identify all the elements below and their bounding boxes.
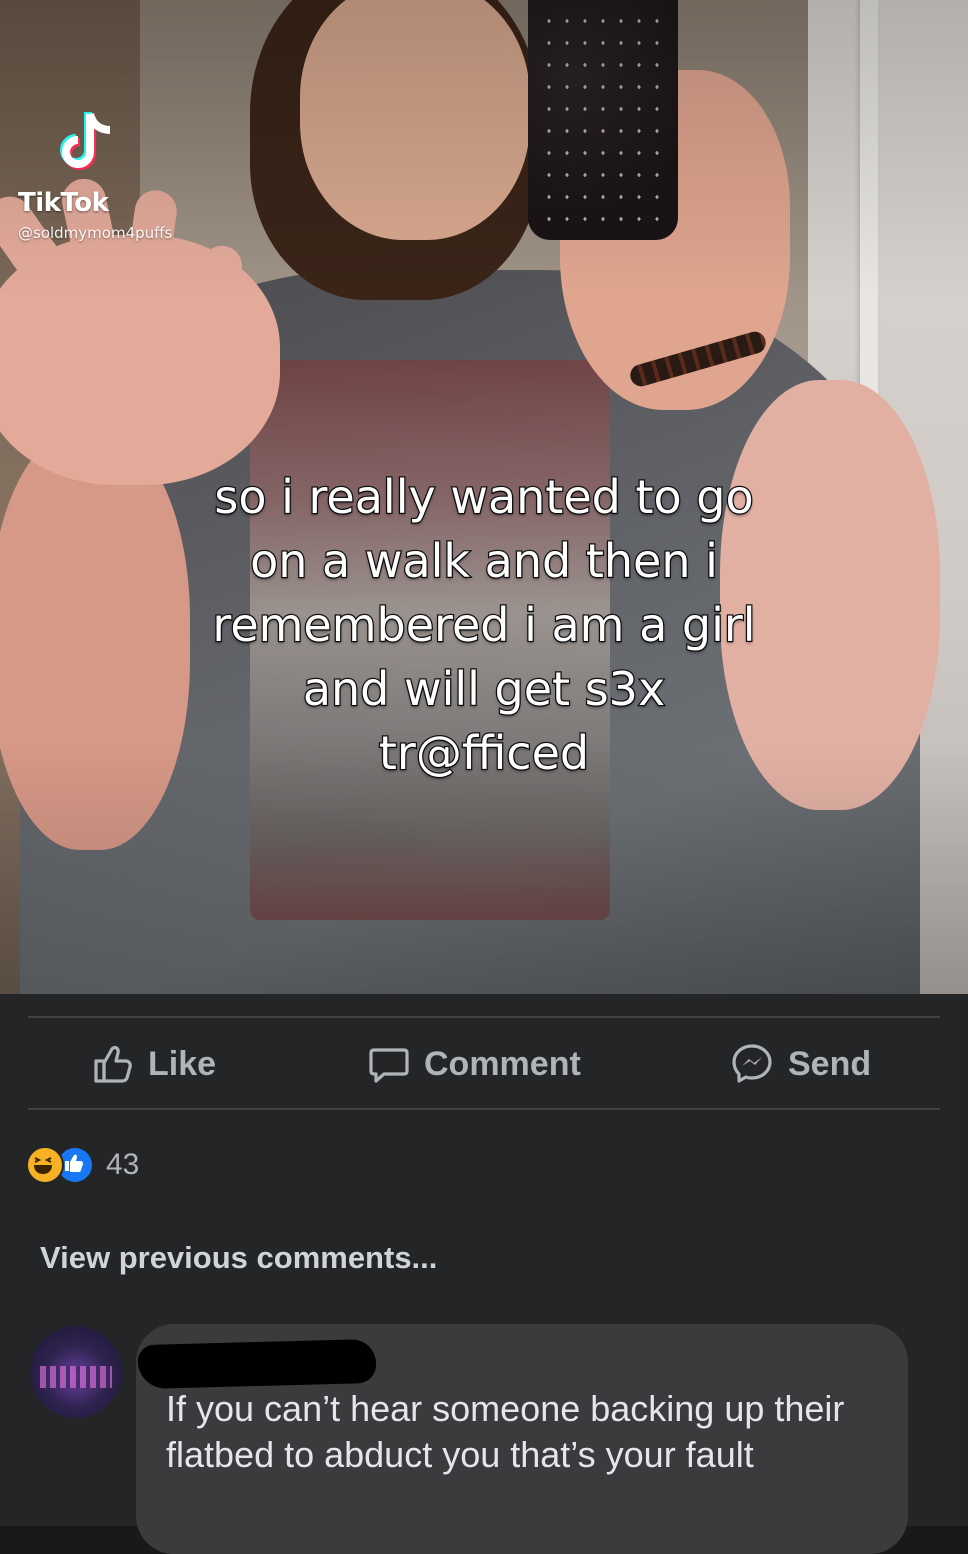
comment-text: If you can’t hear someone backing up the… (166, 1388, 845, 1475)
send-label: Send (788, 1044, 872, 1083)
avatar[interactable] (30, 1326, 122, 1418)
comment-button[interactable]: Comment (368, 1034, 581, 1094)
haha-reaction-icon (26, 1146, 64, 1184)
tiktok-logo-icon (60, 112, 111, 170)
tiktok-handle: @soldmymom4puffs (18, 224, 173, 242)
caption-line: and will get s3x (302, 661, 667, 718)
view-previous-comments-link[interactable]: View previous comments... (40, 1240, 437, 1276)
divider (28, 1016, 940, 1018)
comment-label: Comment (424, 1044, 581, 1083)
caption-line: on a walk and then i (249, 533, 719, 590)
like-label: Like (148, 1044, 217, 1083)
like-button[interactable]: Like (92, 1034, 216, 1094)
tiktok-brand: TikTok (18, 188, 109, 218)
redacted-author-name (137, 1338, 377, 1390)
divider (28, 1108, 940, 1110)
caption-line: remembered i am a girl (211, 597, 757, 654)
reaction-summary[interactable]: 43 (26, 1144, 139, 1186)
reaction-count: 43 (106, 1148, 140, 1181)
post-media[interactable]: TikTok @soldmymom4puffs so i really want… (0, 0, 968, 994)
post-footer: Like Comment Send 43 View previous comme… (0, 994, 968, 1554)
comment-bubble-icon (369, 1048, 409, 1083)
thumbs-up-icon (94, 1046, 132, 1083)
caption-line: so i really wanted to go (213, 469, 755, 526)
video-caption: so i really wanted to go on a walk and t… (100, 465, 868, 785)
caption-line: tr@fficed (378, 725, 591, 782)
messenger-icon (732, 1044, 772, 1083)
send-button[interactable]: Send (730, 1034, 871, 1094)
